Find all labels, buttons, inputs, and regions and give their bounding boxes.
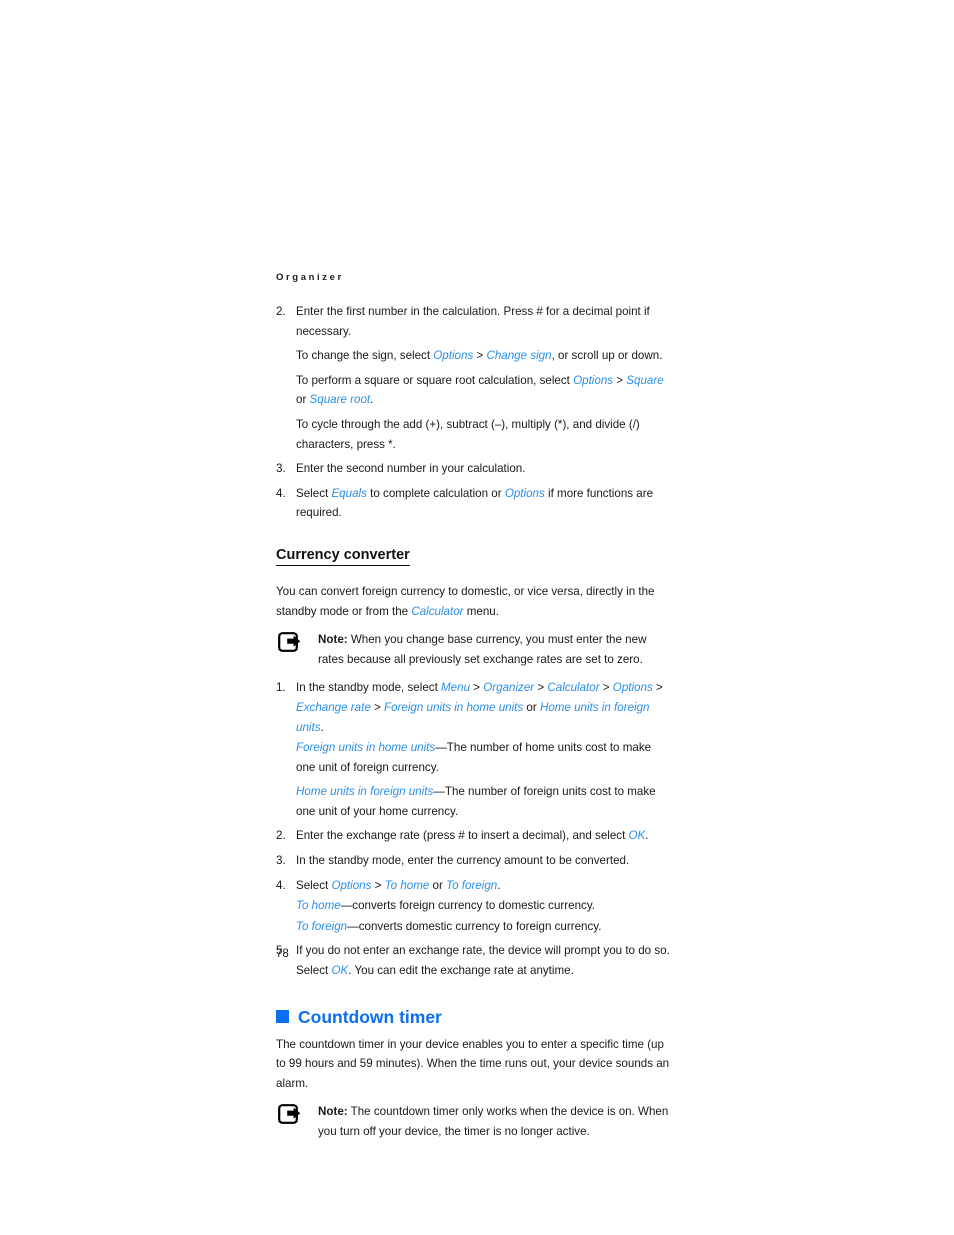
- text-run: To perform a square or square root calcu…: [296, 373, 574, 387]
- text-run: Select: [296, 486, 332, 500]
- text-separator: >: [613, 373, 627, 387]
- paragraph: The countdown timer in your device enabl…: [276, 1037, 670, 1090]
- text-run: When you change base currency, you must …: [318, 633, 647, 666]
- list-item: 5. If you do not enter an exchange rate,…: [276, 941, 672, 980]
- list-item: 1. In the standby mode, select Menu > Or…: [276, 678, 672, 737]
- list-number: 4.: [276, 878, 286, 892]
- ui-reference-foreign-units-in-home-units: Foreign units in home units: [296, 741, 436, 755]
- ui-reference-calculator: Calculator: [547, 681, 600, 695]
- ui-reference-to-foreign: To foreign: [446, 878, 498, 892]
- text-run: The countdown timer only works when the …: [318, 1105, 669, 1138]
- text-run: —converts domestic currency to foreign c…: [347, 919, 602, 933]
- list-item: 4. Select Equals to complete calculation…: [276, 484, 672, 523]
- text-separator: >: [652, 681, 663, 695]
- ui-reference-calculator: Calculator: [411, 604, 464, 618]
- list-text: Enter the first number in the calculatio…: [296, 305, 650, 338]
- text-separator: >: [470, 681, 484, 695]
- list-subparagraph: Foreign units in home units—The number o…: [276, 738, 672, 777]
- page-number: 78: [276, 948, 289, 960]
- text-run: To change the sign, select: [296, 349, 434, 363]
- ui-reference-exchange-rate: Exchange rate: [296, 700, 371, 714]
- text-run: . You can edit the exchange rate at anyt…: [348, 964, 574, 978]
- section-heading-wrap: Currency converter: [276, 528, 672, 573]
- note-text: Note: The countdown timer only works whe…: [318, 1105, 668, 1138]
- list-item: 2. Enter the first number in the calcula…: [276, 302, 672, 341]
- ui-reference-to-foreign: To foreign: [296, 919, 348, 933]
- ui-reference-ok: OK: [331, 964, 349, 978]
- chapter-heading-countdown-timer: Countdown timer: [276, 1007, 672, 1027]
- list-subparagraph: To perform a square or square root calcu…: [276, 371, 672, 410]
- text-run: menu.: [463, 604, 499, 618]
- chapter-heading-label: Countdown timer: [298, 1006, 442, 1027]
- ui-reference-to-home: To home: [384, 878, 430, 892]
- ui-reference-equals: Equals: [331, 486, 367, 500]
- list-subparagraph: To home—converts foreign currency to dom…: [276, 896, 672, 916]
- text-run: or: [429, 878, 447, 892]
- list-number: 2.: [276, 829, 286, 843]
- text-separator: >: [599, 681, 613, 695]
- list-subparagraph: To change the sign, select Options > Cha…: [276, 346, 672, 366]
- text-run: .: [320, 720, 324, 734]
- note-label: Note:: [318, 1105, 348, 1119]
- ui-reference-change-sign: Change sign: [486, 349, 552, 363]
- text-run: , or scroll up or down.: [551, 349, 663, 363]
- ui-reference-options: Options: [612, 681, 653, 695]
- list-number: 4.: [276, 486, 286, 500]
- ui-reference-square-root: Square root: [309, 393, 371, 407]
- text-run: .: [497, 878, 501, 892]
- text-run: In the standby mode, select: [296, 681, 442, 695]
- text-run: or: [523, 700, 540, 714]
- ui-reference-square: Square: [626, 373, 664, 387]
- text-run: Select: [296, 878, 332, 892]
- text-separator: >: [371, 878, 385, 892]
- list-number: 3.: [276, 462, 286, 476]
- running-head: Organizer: [276, 272, 344, 283]
- ui-reference-organizer: Organizer: [483, 681, 535, 695]
- list-item: 3. Enter the second number in your calcu…: [276, 459, 672, 479]
- list-number: 1.: [276, 681, 286, 695]
- list-subparagraph: To foreign—converts domestic currency to…: [276, 917, 672, 937]
- section-heading-currency-converter: Currency converter: [276, 546, 410, 566]
- list-item: 3. In the standby mode, enter the curren…: [276, 851, 672, 871]
- list-item: 4. Select Options > To home or To foreig…: [276, 876, 672, 896]
- paragraph: You can convert foreign currency to dome…: [276, 582, 672, 621]
- ui-reference-home-units-in-foreign-units: Home units in foreign units: [296, 785, 434, 799]
- text-separator: >: [534, 681, 548, 695]
- list-number: 2.: [276, 305, 286, 318]
- ui-reference-ok: OK: [628, 829, 646, 843]
- note-pointer-icon: [278, 1104, 306, 1126]
- note-pointer-icon: [278, 632, 306, 654]
- text-run: .: [370, 393, 374, 407]
- list-subparagraph: Home units in foreign units—The number o…: [276, 782, 672, 821]
- ui-reference-to-home: To home: [296, 899, 341, 913]
- note-text: Note: When you change base currency, you…: [318, 633, 646, 666]
- ui-reference-options: Options: [504, 486, 545, 500]
- text-run: to complete calculation or: [366, 486, 505, 500]
- list-subparagraph: To cycle through the add (+), subtract (…: [276, 415, 672, 454]
- ui-reference-menu: Menu: [441, 681, 471, 695]
- note-block: Note: When you change base currency, you…: [276, 630, 672, 669]
- text-run: —converts foreign currency to domestic c…: [340, 899, 595, 913]
- note-label: Note:: [318, 633, 348, 647]
- list-text: In the standby mode, enter the currency …: [296, 854, 630, 868]
- text-run: .: [645, 829, 649, 843]
- document-page: Organizer 2. Enter the first number in t…: [276, 272, 672, 1151]
- text-run: or: [296, 393, 310, 407]
- ui-reference-options: Options: [573, 373, 614, 387]
- text-run: To cycle through the add (+), subtract (…: [296, 417, 640, 451]
- ui-reference-foreign-units-in-home-units: Foreign units in home units: [383, 700, 524, 714]
- list-number: 3.: [276, 854, 286, 868]
- blue-square-bullet-icon: [276, 1010, 289, 1024]
- list-item: 2. Enter the exchange rate (press # to i…: [276, 826, 672, 846]
- text-separator: >: [370, 700, 384, 714]
- note-block: Note: The countdown timer only works whe…: [276, 1102, 672, 1141]
- list-text: Enter the second number in your calculat…: [296, 462, 526, 476]
- text-run: Enter the exchange rate (press # to inse…: [296, 829, 629, 843]
- text-separator: >: [473, 349, 487, 363]
- ui-reference-options: Options: [331, 878, 372, 892]
- ui-reference-options: Options: [433, 349, 474, 363]
